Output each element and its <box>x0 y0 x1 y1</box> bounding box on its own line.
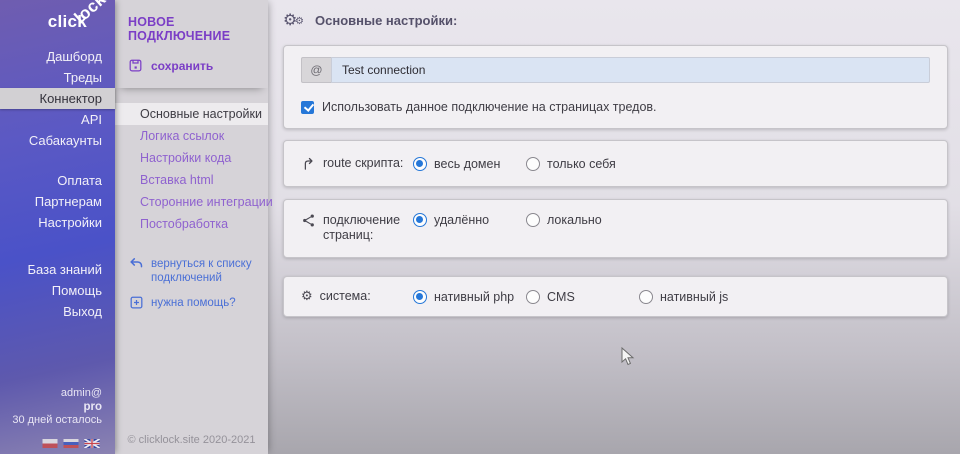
help-plus-icon <box>129 295 144 310</box>
save-icon <box>128 58 143 73</box>
sidebar-item-settings[interactable]: Настройки <box>0 212 115 233</box>
sidebar-item-partners[interactable]: Партнерам <box>0 191 115 212</box>
sidebar-nav: Дашборд Треды Коннектор API Сабакаунты О… <box>0 46 115 322</box>
main-panel: ⚙⚙ Основные настройки: @ Использовать да… <box>268 0 960 454</box>
submenu-header: НОВОЕ ПОДКЛЮЧЕНИЕ сохранить <box>115 0 268 88</box>
option-cms[interactable]: CMS <box>526 290 639 304</box>
use-connection-checkbox[interactable] <box>301 101 314 114</box>
sidebar-gap <box>0 151 115 170</box>
save-label: сохранить <box>151 59 213 73</box>
submenu-item-code-settings[interactable]: Настройки кода <box>115 147 268 169</box>
route-setting-label: route скрипта: <box>301 156 413 171</box>
flag-russia-icon[interactable] <box>63 439 79 448</box>
radio-cms[interactable] <box>526 290 540 304</box>
sidebar: click lock Дашборд Треды Коннектор API С… <box>0 0 115 454</box>
gear-icon: ⚙ <box>301 289 313 304</box>
language-switcher <box>42 439 100 448</box>
option-native-php[interactable]: нативный php <box>413 290 526 304</box>
copyright: © clicklock.site 2020-2021 <box>115 434 268 446</box>
page-connection-card: подключение страниц: удалённо локально <box>283 199 948 258</box>
system-card: ⚙ система: нативный php CMS нативный js <box>283 276 948 317</box>
logo[interactable]: click lock <box>48 12 87 32</box>
account-days-left: 30 дней осталось <box>12 414 102 428</box>
sidebar-item-connector[interactable]: Коннектор <box>0 88 115 109</box>
flag-uk-icon[interactable] <box>84 439 100 448</box>
submenu-item-integrations[interactable]: Сторонние интеграции <box>115 191 268 213</box>
submenu-nav: Основные настройки Логика ссылок Настрой… <box>115 103 268 235</box>
sidebar-gap <box>0 233 115 259</box>
option-whole-domain[interactable]: весь домен <box>413 157 526 171</box>
submenu-item-html-insert[interactable]: Вставка html <box>115 169 268 191</box>
main-header: ⚙⚙ Основные настройки: <box>268 0 960 40</box>
account-plan: pro <box>12 401 102 415</box>
option-local[interactable]: локально <box>526 213 639 227</box>
sidebar-item-knowledge-base[interactable]: База знаний <box>0 259 115 280</box>
sidebar-item-help[interactable]: Помощь <box>0 280 115 301</box>
route-setting-card: route скрипта: весь домен только себя <box>283 140 948 187</box>
sidebar-item-payment[interactable]: Оплата <box>0 170 115 191</box>
use-connection-row[interactable]: Использовать данное подключение на стран… <box>301 100 930 114</box>
account-info: admin@ pro 30 дней осталось <box>12 387 102 428</box>
sidebar-item-logout[interactable]: Выход <box>0 301 115 322</box>
system-options: нативный php CMS нативный js <box>413 290 752 304</box>
gears-icon: ⚙⚙ <box>283 10 307 30</box>
radio-native-js[interactable] <box>639 290 653 304</box>
radio-local[interactable] <box>526 213 540 227</box>
submenu-title: НОВОЕ ПОДКЛЮЧЕНИЕ <box>128 15 258 43</box>
connection-name-input[interactable] <box>331 57 930 83</box>
route-icon <box>301 156 316 171</box>
account-email: admin@ <box>12 387 102 401</box>
radio-remote[interactable] <box>413 213 427 227</box>
share-icon <box>301 213 316 228</box>
route-options: весь домен только себя <box>413 157 639 171</box>
sidebar-item-dashboard[interactable]: Дашборд <box>0 46 115 67</box>
back-to-connections-link[interactable]: вернуться к списку подключений <box>129 257 268 285</box>
submenu-item-postprocessing[interactable]: Постобработка <box>115 213 268 235</box>
connection-name-card: @ Использовать данное подключение на стр… <box>283 45 948 129</box>
option-remote[interactable]: удалённо <box>413 213 526 227</box>
back-link-label: вернуться к списку подключений <box>151 257 256 285</box>
undo-arrow-icon <box>129 256 144 271</box>
use-connection-label: Использовать данное подключение на стран… <box>322 100 657 114</box>
option-native-js[interactable]: нативный js <box>639 290 752 304</box>
page-connection-options: удалённо локально <box>413 213 639 227</box>
system-label: ⚙ система: <box>301 289 413 304</box>
radio-only-self[interactable] <box>526 157 540 171</box>
option-only-self[interactable]: только себя <box>526 157 639 171</box>
settings-form: @ Использовать данное подключение на стр… <box>268 45 960 317</box>
help-link-label: нужна помощь? <box>151 296 236 310</box>
submenu-item-general[interactable]: Основные настройки <box>115 103 268 125</box>
page-connection-label: подключение страниц: <box>301 213 413 243</box>
submenu-item-link-logic[interactable]: Логика ссылок <box>115 125 268 147</box>
page-title: Основные настройки: <box>315 13 457 28</box>
at-icon: @ <box>301 57 331 83</box>
submenu-links: вернуться к списку подключений нужна пом… <box>115 257 268 310</box>
sidebar-item-subaccounts[interactable]: Сабакаунты <box>0 130 115 151</box>
sidebar-item-threads[interactable]: Треды <box>0 67 115 88</box>
radio-whole-domain[interactable] <box>413 157 427 171</box>
flag-poland-icon[interactable] <box>42 439 58 448</box>
connection-submenu: НОВОЕ ПОДКЛЮЧЕНИЕ сохранить Основные нас… <box>115 0 268 454</box>
connection-name-row: @ <box>301 57 930 83</box>
app-window: click lock Дашборд Треды Коннектор API С… <box>0 0 960 454</box>
need-help-link[interactable]: нужна помощь? <box>129 296 268 310</box>
radio-native-php[interactable] <box>413 290 427 304</box>
sidebar-item-api[interactable]: API <box>0 109 115 130</box>
save-button[interactable]: сохранить <box>128 58 258 73</box>
